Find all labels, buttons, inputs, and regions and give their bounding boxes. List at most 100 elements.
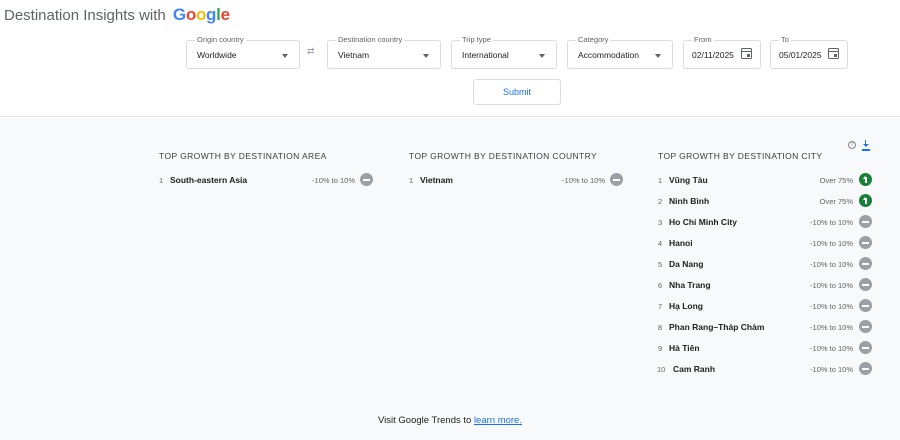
destination-name: Nha Trang [669,280,711,290]
growth-range: Over 75% [819,176,853,185]
rank-number: 9 [658,344,663,353]
chevron-down-icon [539,54,545,58]
help-icon[interactable]: ? [848,141,856,149]
destination-city-title: TOP GROWTH BY DESTINATION CITY [658,151,823,161]
list-item: 1 Vietnam -10% to 10% [409,173,629,195]
trend-up-icon [859,173,872,186]
growth-range: -10% to 10% [810,260,853,269]
trend-flat-icon [859,236,872,249]
list-item: 10 Cam Ranh -10% to 10% [657,362,878,384]
destination-name: Ho Chi Minh City [669,217,737,227]
calendar-icon[interactable] [828,48,839,59]
trend-flat-icon [610,173,623,186]
rank-number: 2 [658,197,663,206]
destination-name: Hanoi [669,238,693,248]
growth-range: -10% to 10% [810,323,853,332]
destination-country-select[interactable]: Destination country Vietnam [327,35,441,69]
destination-country-section: TOP GROWTH BY DESTINATION COUNTRY 1 Vietn… [409,151,629,195]
to-date-input[interactable]: To 05/01/2025 [770,35,848,69]
category-value: Accommodation [578,50,639,60]
destination-name: Phan Rang–Tháp Chàm [669,322,765,332]
destination-name: Hà Tiên [669,343,700,353]
origin-country-label: Origin country [195,35,246,44]
from-date-input[interactable]: From 02/11/2025 [683,35,761,69]
trip-type-value: International [462,50,509,60]
to-date-label: To [779,35,791,44]
header: Destination Insights with Google Origin … [0,0,900,117]
swap-icon[interactable]: ⇄ [307,46,315,57]
destination-country-title: TOP GROWTH BY DESTINATION COUNTRY [409,151,598,161]
page-title: Destination Insights with Google [4,5,230,25]
destination-name: Ninh Bình [669,196,710,206]
submit-button[interactable]: Submit [473,79,561,105]
list-item: 1 Vũng Tàu Over 75% [658,173,878,195]
learn-more-link[interactable]: learn more. [474,415,522,426]
growth-range: Over 75% [819,197,853,206]
list-item: 5 Da Nang -10% to 10% [658,257,878,279]
footer: Visit Google Trends to learn more. [0,415,900,426]
results-panel: ? TOP GROWTH BY DESTINATION AREA 1 South-… [0,118,900,440]
destination-city-section: TOP GROWTH BY DESTINATION CITY 1 Vũng Tàu… [657,151,878,384]
trend-flat-icon [859,278,872,291]
rank-number: 7 [658,302,663,311]
list-item: 7 Hạ Long -10% to 10% [658,299,878,321]
list-item: 3 Ho Chi Minh City -10% to 10% [658,215,878,237]
trend-up-icon [859,194,872,207]
list-item: 9 Hà Tiên -10% to 10% [658,341,878,363]
growth-range: -10% to 10% [312,176,355,185]
trend-flat-icon [859,341,872,354]
rank-number: 5 [658,260,663,269]
origin-country-value: Worldwide [197,50,237,60]
trend-flat-icon [859,320,872,333]
chevron-down-icon [655,54,661,58]
destination-country-value: Vietnam [338,50,370,60]
list-item: 4 Hanoi -10% to 10% [658,236,878,258]
growth-range: -10% to 10% [810,302,853,311]
growth-range: -10% to 10% [810,365,853,374]
destination-area-title: TOP GROWTH BY DESTINATION AREA [159,151,327,161]
list-item: 1 South-eastern Asia -10% to 10% [159,173,379,195]
trend-flat-icon [859,299,872,312]
rank-number: 1 [658,176,663,185]
rank-number: 6 [658,281,663,290]
category-select[interactable]: Category Accommodation [567,35,673,69]
from-date-label: From [692,35,714,44]
trip-type-label: Trip type [460,35,493,44]
destination-name: Vietnam [420,175,453,185]
from-date-value: 02/11/2025 [692,50,734,60]
rank-number: 1 [409,176,414,185]
trend-flat-icon [859,257,872,270]
growth-range: -10% to 10% [810,281,853,290]
destination-area-section: TOP GROWTH BY DESTINATION AREA 1 South-ea… [159,151,379,195]
list-item: 8 Phan Rang–Tháp Chàm -10% to 10% [658,320,878,342]
category-label: Category [576,35,611,44]
to-date-value: 05/01/2025 [779,50,822,60]
destination-name: Vũng Tàu [669,175,708,185]
google-logo: Google [172,5,230,24]
list-item: 6 Nha Trang -10% to 10% [658,278,878,300]
destination-name: Da Nang [669,259,704,269]
growth-range: -10% to 10% [810,344,853,353]
trend-flat-icon [360,173,373,186]
rank-number: 3 [658,218,663,227]
growth-range: -10% to 10% [562,176,605,185]
trip-type-select[interactable]: Trip type International [451,35,557,69]
destination-name: Cam Ranh [673,364,716,374]
growth-range: -10% to 10% [810,218,853,227]
destination-name: Hạ Long [669,301,703,311]
destination-country-label: Destination country [336,35,405,44]
origin-country-select[interactable]: Origin country Worldwide [186,35,300,69]
destination-name: South-eastern Asia [170,175,248,185]
footer-text: Visit Google Trends to [378,415,472,426]
trend-flat-icon [859,215,872,228]
chevron-down-icon [282,54,288,58]
rank-number: 10 [657,365,666,374]
rank-number: 8 [658,323,663,332]
title-prefix: Destination Insights with [4,7,166,24]
chevron-down-icon [423,54,429,58]
growth-range: -10% to 10% [810,239,853,248]
trend-flat-icon [859,362,872,375]
rank-number: 4 [658,239,663,248]
calendar-icon[interactable] [741,48,752,59]
rank-number: 1 [159,176,164,185]
